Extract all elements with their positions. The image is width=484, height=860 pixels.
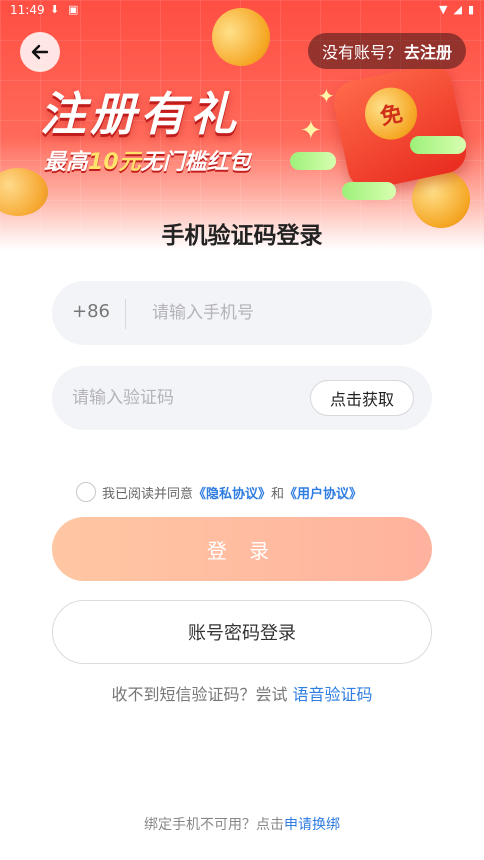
rebind-link[interactable]: 申请换绑 [284, 817, 340, 833]
back-button[interactable] [20, 32, 60, 72]
country-code-selector[interactable]: +86 [72, 301, 110, 322]
voice-code-row: 收不到短信验证码？尝试 语音验证码 [0, 681, 484, 705]
page-title: 手机验证码登录 [161, 223, 323, 249]
green-pill-decoration [290, 152, 336, 170]
agreement-prefix: 我已阅读并同意 [102, 486, 194, 502]
status-time: 11:49 [10, 3, 45, 17]
register-link[interactable]: 没有账号？ 去注册 [307, 33, 466, 69]
green-pill-decoration [342, 182, 396, 200]
rebind-prompt: 绑定手机不可用？点击 [144, 817, 284, 833]
notification-icon: ▣ [68, 3, 79, 16]
verification-code-field: 点击获取 [52, 366, 432, 430]
voice-code-link[interactable]: 语音验证码 [293, 685, 373, 704]
promo-subtitle: 最高10元无门槛红包 [44, 150, 251, 175]
password-login-button[interactable]: 账号密码登录 [52, 600, 432, 664]
phone-input[interactable] [152, 293, 412, 333]
get-code-button[interactable]: 点击获取 [310, 380, 414, 416]
arrow-left-icon [31, 44, 49, 60]
download-icon: ⬇ [50, 3, 60, 16]
status-icons: ▼ ◢ ▮ [439, 3, 474, 16]
register-action: 去注册 [403, 43, 452, 62]
agreement-and: 和 [271, 486, 285, 502]
privacy-policy-link[interactable]: 《隐私协议》 [193, 483, 271, 502]
green-pill-decoration [410, 136, 466, 154]
verification-code-input[interactable] [72, 378, 302, 418]
status-bar: 11:49 ⬇ ▣ ▼ ◢ ▮ [0, 0, 484, 22]
voice-code-prompt: 收不到短信验证码？尝试 [111, 685, 293, 704]
sparkle-icon: ✦ [318, 84, 335, 108]
user-agreement-link[interactable]: 《用户协议》 [284, 483, 362, 502]
battery-icon: ▮ [467, 3, 474, 16]
agreement-row: 我已阅读并同意 《隐私协议》 和 《用户协议》 [76, 481, 362, 503]
sparkle-icon: ✦ [300, 116, 322, 146]
rebind-row: 绑定手机不可用？点击申请换绑 [0, 814, 484, 834]
field-divider [125, 299, 126, 329]
promo-title: 注册有礼 [40, 87, 240, 141]
wifi-icon: ▼ [439, 3, 448, 16]
envelope-coin: 免 [360, 82, 422, 145]
envelope-badge-text: 免 [378, 101, 405, 131]
signal-icon: ◢ [453, 3, 462, 16]
agreement-checkbox[interactable] [76, 482, 96, 502]
login-button[interactable]: 登 录 [52, 517, 432, 581]
phone-field: +86 [52, 281, 432, 345]
register-prompt: 没有账号？ [321, 43, 402, 62]
